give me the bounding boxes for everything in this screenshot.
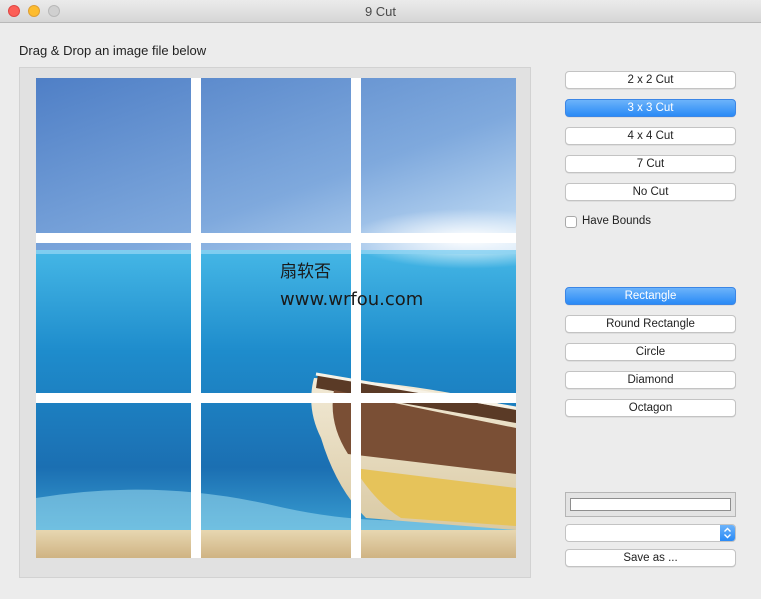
title-bar[interactable]: 9 Cut xyxy=(0,0,761,23)
select-arrows-icon[interactable] xyxy=(720,525,735,541)
window-title: 9 Cut xyxy=(364,4,397,19)
cut-7-button[interactable]: 7 Cut xyxy=(565,155,736,173)
no-cut-button[interactable]: No Cut xyxy=(565,183,736,201)
cut-2x2-button[interactable]: 2 x 2 Cut xyxy=(565,71,736,89)
cut-3x3-button[interactable]: 3 x 3 Cut xyxy=(565,99,736,117)
image-preview: 扇软否 www.wrfou.com xyxy=(36,78,516,558)
shape-round-rectangle-button[interactable]: Round Rectangle xyxy=(565,315,736,333)
cut-4x4-button[interactable]: 4 x 4 Cut xyxy=(565,127,736,145)
have-bounds-label: Have Bounds xyxy=(582,215,652,227)
color-swatch xyxy=(570,498,731,511)
save-as-button[interactable]: Save as ... xyxy=(565,549,736,567)
shape-octagon-button[interactable]: Octagon xyxy=(565,399,736,417)
shape-circle-button[interactable]: Circle xyxy=(565,343,736,361)
beach-photo: 扇软否 www.wrfou.com xyxy=(36,78,516,558)
shape-rectangle-button[interactable]: Rectangle xyxy=(565,287,736,305)
app-window: 9 Cut Drag & Drop an image file below 扇软… xyxy=(0,0,761,599)
drop-instruction: Drag & Drop an image file below xyxy=(19,43,207,58)
watermark-url: www.wrfou.com xyxy=(280,289,423,310)
shape-diamond-button[interactable]: Diamond xyxy=(565,371,736,389)
color-well[interactable] xyxy=(565,492,736,517)
format-select[interactable] xyxy=(565,524,736,542)
watermark-chinese: 扇软否 xyxy=(280,262,331,282)
have-bounds-checkbox[interactable] xyxy=(565,216,577,228)
